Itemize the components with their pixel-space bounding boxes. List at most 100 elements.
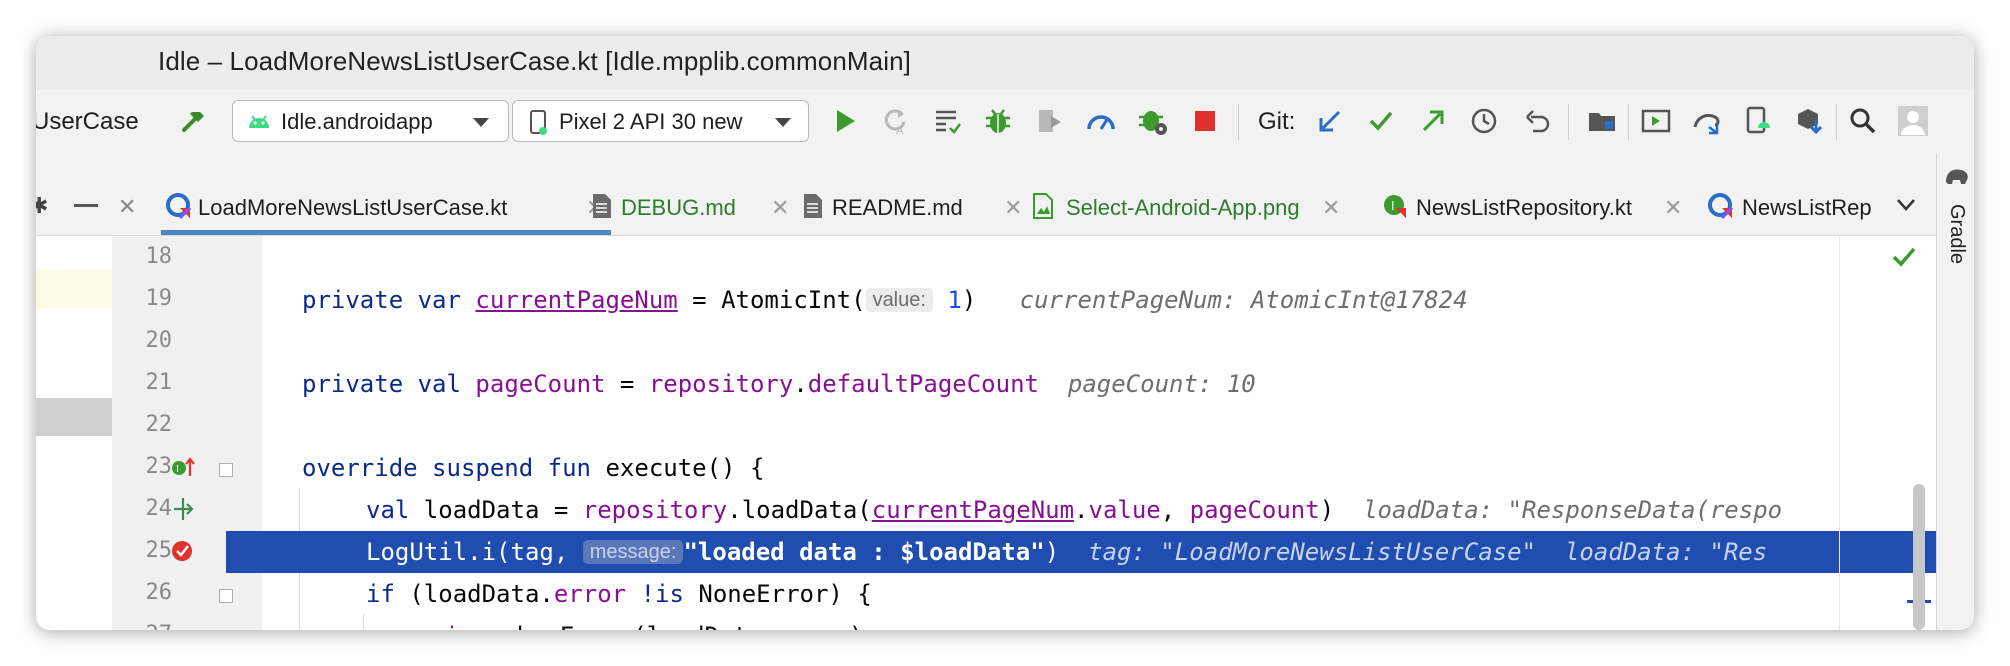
keyword: var (417, 286, 461, 314)
git-push-arrow-icon[interactable] (1416, 104, 1450, 138)
attach-debugger-icon[interactable] (1033, 104, 1067, 138)
vertical-scrollbar[interactable] (1913, 484, 1925, 630)
run-anything-icon[interactable] (1639, 104, 1673, 138)
apply-code-changes-icon[interactable] (930, 104, 964, 138)
markdown-file-icon (591, 192, 617, 220)
keyword: override (302, 454, 418, 482)
code-text: , (1160, 496, 1190, 524)
parameter-hint: value: (865, 288, 933, 312)
run-play-icon[interactable] (828, 104, 862, 138)
project-structure-icon[interactable] (1585, 104, 1619, 138)
ide-window: Idle – LoadMoreNewsListUserCase.kt [Idle… (36, 36, 1974, 630)
code-line-19: private var currentPageNum = AtomicInt(v… (302, 286, 1468, 314)
android-icon (247, 110, 271, 137)
svg-text:I: I (1391, 199, 1395, 213)
line-number: 21 (145, 370, 173, 395)
parameter-hint: message: (582, 540, 684, 564)
code-line-26: if (loadData.error !is NoneError) { (366, 580, 872, 608)
fold-marker[interactable] (219, 463, 233, 477)
profile-gauge-icon[interactable] (1084, 104, 1118, 138)
string-literal: "loaded data : $loadData" (683, 538, 1045, 566)
keyword: private (302, 370, 404, 398)
code-text: NoneError) { (683, 580, 872, 608)
search-icon[interactable] (1846, 104, 1880, 138)
inline-debug-value: loadData: "ResponseData(respo (1363, 496, 1783, 524)
code-line-25: LogUtil.i(tag, message: "loaded data : $l… (366, 538, 1767, 566)
breakpoint-icon[interactable] (170, 537, 196, 568)
tab-list-chevron-down-icon[interactable] (1896, 198, 1916, 217)
chevron-down-icon (473, 118, 489, 127)
code-editor[interactable]: 18 19 20 21 22 23 24 25 26 27 I private … (36, 236, 1936, 630)
sdk-manager-icon[interactable] (1792, 104, 1826, 138)
stop-icon[interactable] (1188, 104, 1222, 138)
code-line-21: private val pageCount = repository.defau… (302, 370, 1256, 398)
code-text: .showError(loadData. (488, 622, 777, 630)
apply-changes-restart-icon[interactable]: A (878, 104, 912, 138)
keyword: val (366, 496, 410, 524)
tab-close-icon[interactable]: ✕ (1664, 195, 1682, 221)
breadcrumb-tail[interactable]: UserCase (36, 108, 139, 136)
window-title: Idle – LoadMoreNewsListUserCase.kt [Idle… (158, 46, 911, 76)
property-name: error (777, 622, 849, 630)
gradle-tool-label[interactable]: Gradle (1945, 204, 1968, 264)
git-update-arrow-icon[interactable] (1313, 104, 1347, 138)
property-name: error (553, 580, 627, 608)
keyword: private (302, 286, 404, 314)
settings-gear-icon[interactable]: ✱ (36, 193, 48, 219)
code-text: ) (961, 286, 977, 314)
close-icon[interactable]: ✕ (118, 194, 136, 220)
property-name: currentPageNum (871, 496, 1075, 524)
property-name: repository (582, 496, 728, 524)
device-phone-icon (529, 109, 549, 142)
code-text: execute() { (591, 454, 765, 482)
kotlin-file-icon (166, 192, 192, 220)
code-line-24: val loadData = repository.loadData(curre… (366, 496, 1782, 524)
keyword: fun (547, 454, 592, 482)
line-number: 23 (145, 454, 173, 479)
code-text: LogUtil.i(tag, (366, 538, 583, 566)
debug-bug-icon[interactable] (981, 104, 1015, 138)
current-line-highlight (36, 270, 112, 308)
git-history-clock-icon[interactable] (1467, 104, 1501, 138)
debug-settings-bug-icon[interactable] (1136, 104, 1170, 138)
line-number: 25 (145, 538, 173, 563)
keyword: val (417, 370, 461, 398)
implements-marker-icon[interactable]: I (170, 454, 196, 485)
code-text: = (605, 370, 649, 398)
left-tool-window-edge (36, 236, 113, 630)
tab-close-icon[interactable]: ✕ (771, 195, 789, 221)
fold-marker[interactable] (219, 589, 233, 603)
indent-guide (363, 614, 364, 630)
right-margin-guide (1839, 236, 1840, 630)
code-text: = AtomicInt( (677, 286, 866, 314)
keyword: if (366, 580, 395, 608)
inline-debug-value: tag: "LoadMoreNewsListUserCase" (1088, 538, 1536, 566)
gradle-sync-icon[interactable] (1690, 104, 1724, 138)
image-file-icon (1032, 192, 1058, 220)
git-commit-check-icon[interactable] (1364, 104, 1398, 138)
property-name: defaultPageCount (807, 370, 1039, 398)
code-text: (loadData. (394, 580, 554, 608)
tab-label: Select-Android-App.png (1066, 195, 1300, 220)
tab-label: LoadMoreNewsListUserCase.kt (198, 195, 508, 220)
main-toolbar: UserCase Idle.androidapp Pixel 2 API 30 … (36, 90, 1974, 154)
suspend-call-icon[interactable] (170, 496, 196, 527)
line-number: 22 (145, 412, 173, 437)
property-name: repository (648, 370, 794, 398)
run-config-select[interactable]: Idle.androidapp (232, 100, 509, 142)
line-number: 27 (122, 622, 173, 630)
tab-close-icon[interactable]: ✕ (1004, 195, 1022, 221)
kotlin-file-icon (1708, 192, 1734, 220)
no-problems-check-icon (1892, 246, 1916, 273)
code-text: . (1074, 496, 1089, 524)
avatar-icon[interactable] (1896, 104, 1930, 138)
avd-manager-icon[interactable] (1742, 104, 1776, 138)
active-tab-indicator (161, 230, 611, 235)
minimize-icon[interactable] (74, 204, 98, 207)
device-select[interactable]: Pixel 2 API 30 new (512, 100, 809, 142)
gradle-elephant-icon[interactable] (1943, 164, 1971, 191)
build-hammer-icon[interactable] (176, 104, 210, 138)
code-line-23: override suspend fun execute() { (302, 454, 764, 482)
git-rollback-icon[interactable] (1520, 104, 1554, 138)
tab-close-icon[interactable]: ✕ (1322, 195, 1340, 221)
